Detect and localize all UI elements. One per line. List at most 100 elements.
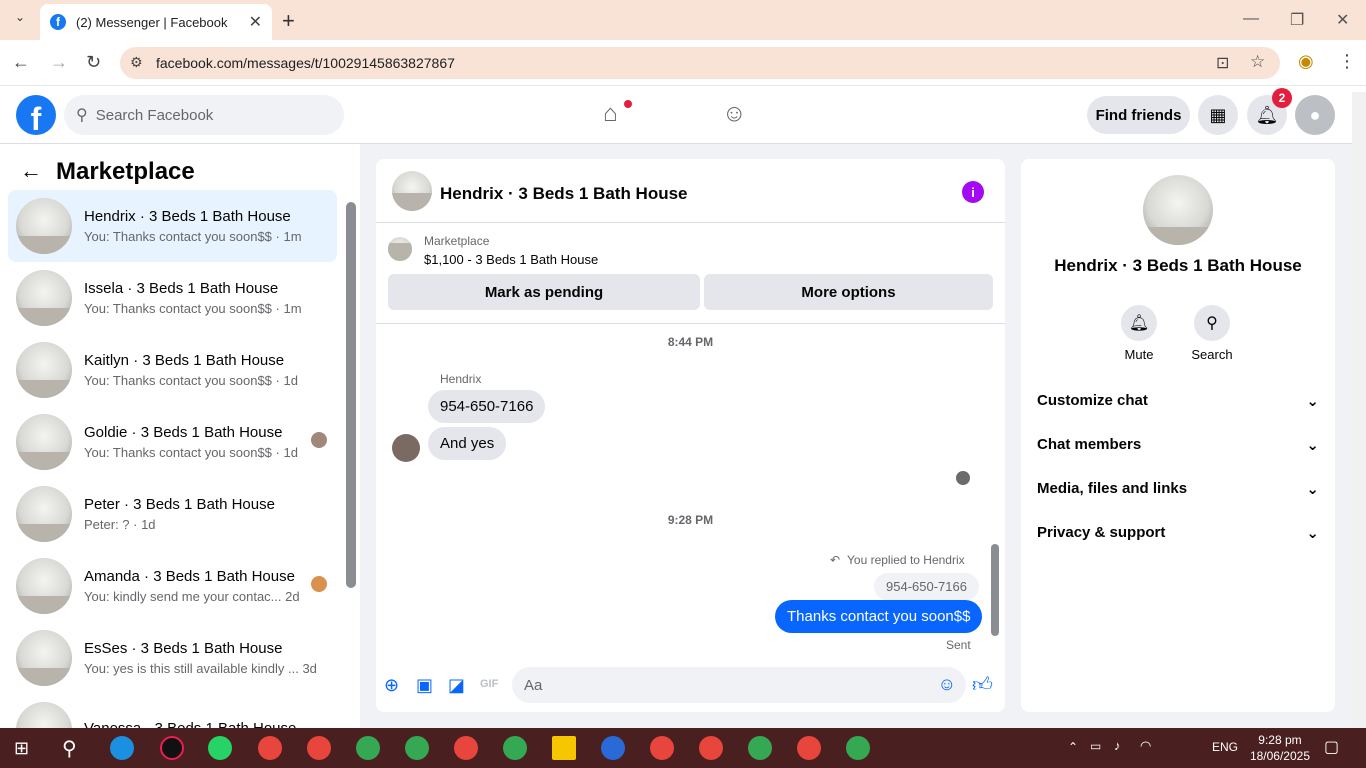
new-tab-plus-icon[interactable]: + [282, 8, 295, 34]
conversation-item[interactable]: Kaitlyn · 3 Beds 1 Bath House You: Thank… [8, 334, 337, 406]
facebook-logo-icon[interactable]: f [16, 95, 56, 135]
message-thread: 8:44 PM Hendrix 954-650-7166 And yes 9:2… [376, 323, 1005, 653]
mute-button[interactable]: 🔔︎ Mute [1119, 305, 1159, 362]
conversation-preview: You: Thanks contact you soon$$ · 1d [84, 373, 298, 388]
whatsapp-icon[interactable] [208, 736, 232, 760]
conversation-item[interactable]: Amanda · 3 Beds 1 Bath House You: kindly… [8, 550, 337, 622]
info-name: Hendrix · 3 Beds 1 Bath House [1054, 256, 1302, 275]
active-app-icon[interactable] [601, 736, 625, 760]
tray-chevron-icon[interactable]: ⌃ [1068, 740, 1078, 754]
emoji-icon[interactable]: ☺ [938, 674, 956, 695]
browser-tab[interactable]: f (2) Messenger | Facebook ✕ [40, 4, 272, 40]
marketplace-label: Marketplace [424, 234, 490, 248]
close-tab-icon[interactable]: ✕ [249, 12, 262, 32]
reload-icon[interactable]: ↻ [86, 52, 101, 73]
info-icon[interactable]: i [962, 181, 984, 203]
address-bar[interactable]: ⚙ facebook.com/messages/t/10029145863827… [120, 47, 1280, 79]
conversation-item[interactable]: Hendrix · 3 Beds 1 Bath House You: Thank… [8, 190, 337, 262]
menu-grid-icon[interactable]: ▦ [1198, 95, 1238, 135]
photo-icon[interactable]: ▣ [416, 675, 433, 696]
profile-icon[interactable]: ◉ [1298, 51, 1314, 72]
chrome-icon[interactable] [307, 736, 331, 760]
more-options-button[interactable]: More options [704, 274, 993, 310]
add-plus-icon[interactable]: ⊕ [384, 675, 399, 696]
timestamp: 8:44 PM [667, 335, 714, 349]
home-icon[interactable]: ⌂ [603, 100, 618, 128]
chat-title[interactable]: Hendrix · 3 Beds 1 Bath House [440, 184, 688, 204]
sidebar-title: Marketplace [56, 158, 195, 185]
chevron-down-icon: ⌄ [1306, 437, 1319, 454]
chrome-icon[interactable] [356, 736, 380, 760]
section-label: Privacy & support [1037, 524, 1166, 541]
taskbar-search-icon[interactable]: ⚲ [62, 736, 77, 761]
chrome-icon[interactable] [650, 736, 674, 760]
chrome-icon[interactable] [258, 736, 282, 760]
chrome-icon[interactable] [699, 736, 723, 760]
close-window-icon[interactable]: ✕ [1336, 10, 1349, 30]
battery-icon[interactable]: ▭ [1090, 739, 1101, 753]
reply-arrow-icon: ↶ [830, 553, 841, 567]
mark-as-pending-button[interactable]: Mark as pending [388, 274, 700, 310]
language-indicator[interactable]: ENG [1212, 740, 1238, 754]
gif-icon[interactable]: GIF [480, 678, 498, 690]
site-info-icon[interactable]: ⚙ [130, 54, 143, 71]
restore-icon[interactable]: ❐ [1290, 10, 1304, 30]
back-arrow-icon[interactable]: ← [12, 52, 30, 73]
conversation-item[interactable]: EsSes · 3 Beds 1 Bath House You: yes is … [8, 622, 337, 694]
message-bubble[interactable]: 954-650-7166 [428, 390, 546, 423]
listing-price-title[interactable]: $1,100 - 3 Beds 1 Bath House [424, 252, 598, 267]
bookmark-star-icon[interactable]: ☆ [1250, 52, 1265, 72]
customize-chat-section[interactable]: Customize chat ⌄ [1037, 392, 1319, 410]
info-avatar[interactable] [1143, 175, 1213, 245]
windows-taskbar: ⊞ ⚲ ⌃ ▭ ♪ ◠ ENG 9:28 pm 18/06/2025 ▢ [0, 728, 1366, 768]
install-app-icon[interactable]: ⊡ [1216, 53, 1229, 73]
wifi-icon[interactable]: ◠ [1140, 738, 1151, 754]
account-avatar-icon[interactable]: ● [1295, 95, 1335, 135]
tiktok-icon[interactable] [160, 736, 184, 760]
chrome-icon[interactable] [748, 736, 772, 760]
notifications-center-icon[interactable]: ▢ [1324, 737, 1339, 757]
tab-list-chevron-icon[interactable]: ⌄ [10, 10, 30, 30]
forward-arrow-icon[interactable]: → [50, 52, 68, 73]
windows-start-icon[interactable]: ⊞ [14, 738, 29, 759]
quoted-message[interactable]: 954-650-7166 [874, 573, 979, 600]
page-scrollbar[interactable] [1352, 92, 1366, 728]
minimize-icon[interactable]: — [1243, 10, 1259, 28]
edge-icon[interactable] [110, 736, 134, 760]
chat-scrollbar[interactable] [991, 544, 999, 636]
chrome-icon[interactable] [797, 736, 821, 760]
back-arrow-icon[interactable]: ← [20, 158, 42, 184]
conversation-item[interactable]: Goldie · 3 Beds 1 Bath House You: Thanks… [8, 406, 337, 478]
like-thumbs-up-icon[interactable]: 👍︎ [972, 673, 993, 697]
message-bubble[interactable]: And yes [428, 427, 507, 460]
facebook-search-input[interactable]: ⚲ Search Facebook [64, 95, 344, 135]
volume-icon[interactable]: ♪ [1114, 738, 1121, 753]
chrome-icon[interactable] [846, 736, 870, 760]
my-message-bubble[interactable]: Thanks contact you soon$$ [775, 600, 983, 633]
chat-avatar[interactable] [392, 171, 432, 211]
home-dot-badge [624, 100, 632, 108]
browser-menu-icon[interactable]: ⋮ [1338, 51, 1356, 72]
mute-label: Mute [1124, 347, 1154, 362]
sent-status: Sent [946, 638, 971, 652]
message-input[interactable]: Aa ☺ [512, 667, 966, 703]
groups-icon[interactable]: ☺ [722, 100, 747, 128]
sticky-notes-icon[interactable] [552, 736, 576, 760]
conversation-item[interactable]: Peter · 3 Beds 1 Bath House Peter: ? · 1… [8, 478, 337, 550]
browser-toolbar: ← → ↻ ⚙ facebook.com/messages/t/10029145… [0, 40, 1366, 86]
privacy-support-section[interactable]: Privacy & support ⌄ [1037, 524, 1319, 542]
conversation-name: Hendrix · 3 Beds 1 Bath House [84, 208, 291, 225]
find-friends-button[interactable]: Find friends [1087, 96, 1190, 134]
conversation-item[interactable]: Issela · 3 Beds 1 Bath House You: Thanks… [8, 262, 337, 334]
system-clock[interactable]: 9:28 pm 18/06/2025 [1250, 732, 1310, 764]
sticker-icon[interactable]: ◪ [448, 675, 465, 696]
chat-members-section[interactable]: Chat members ⌄ [1037, 436, 1319, 454]
chrome-icon[interactable] [454, 736, 478, 760]
search-conversation-button[interactable]: ⚲ Search [1191, 305, 1233, 362]
sender-avatar[interactable] [392, 434, 420, 462]
chrome-icon[interactable] [405, 736, 429, 760]
sidebar-scrollbar[interactable] [346, 202, 356, 588]
chrome-icon[interactable] [503, 736, 527, 760]
media-files-links-section[interactable]: Media, files and links ⌄ [1037, 480, 1319, 498]
conversation-item[interactable]: Vanessa · 3 Beds 1 Bath House [8, 694, 337, 728]
